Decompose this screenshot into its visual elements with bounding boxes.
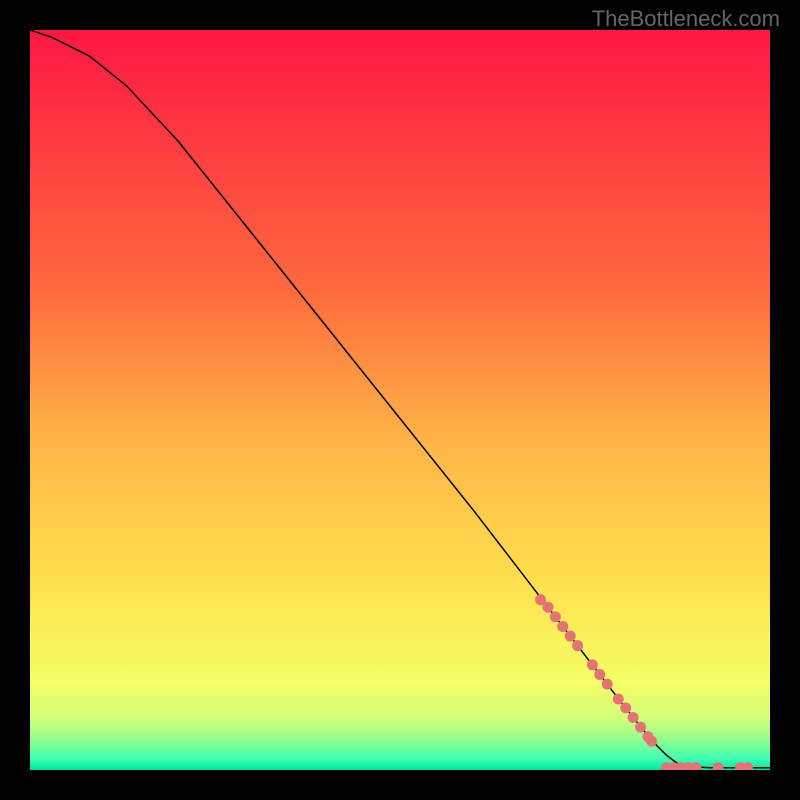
gradient-background [30,30,770,770]
chart-svg [30,30,770,770]
data-point [613,693,624,704]
data-point [635,722,646,733]
chart-container: TheBottleneck.com [0,0,800,800]
data-point [572,640,583,651]
data-point [550,611,561,622]
data-point [565,631,576,642]
watermark-text: TheBottleneck.com [592,6,780,32]
data-point [602,679,613,690]
data-point [543,602,554,613]
data-point [620,702,631,713]
plot-area [30,30,770,770]
data-point [646,736,657,747]
data-point [587,659,598,670]
data-point [594,669,605,680]
data-point [628,712,639,723]
data-point [557,621,568,632]
